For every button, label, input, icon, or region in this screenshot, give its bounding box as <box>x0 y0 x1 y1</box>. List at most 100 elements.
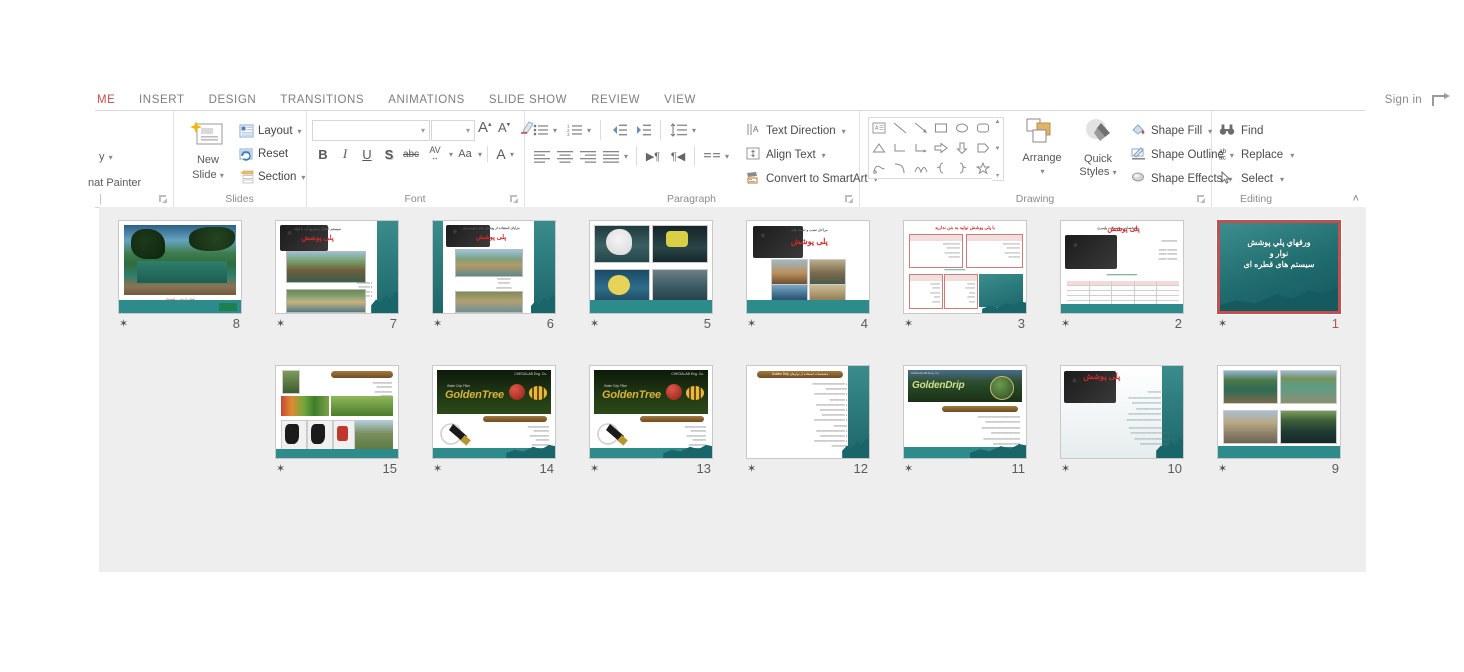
align-center-button[interactable] <box>555 147 575 165</box>
tab-insert[interactable]: INSERT <box>127 90 197 111</box>
chevron-down-icon[interactable]: ▾ <box>725 152 729 161</box>
transition-star-icon[interactable]: ✶ <box>747 318 756 330</box>
font-name-input[interactable]: ▾ <box>312 120 430 141</box>
slide-thumbnail-4[interactable]: مراحل نصب و تست های پلی پوشش ✶ 4 <box>746 220 874 334</box>
quick-styles-button[interactable]: Quick Styles ▾ <box>1072 117 1124 179</box>
slide-canvas-5[interactable] <box>589 220 713 314</box>
transition-star-icon[interactable]: ✶ <box>904 463 913 475</box>
slide-canvas-13[interactable]: CHEGALAB Eng. Co. Water Drip Filter Gold… <box>589 365 713 459</box>
slide-thumbnail-15[interactable]: ━━━━━━━━━━━━━━━━━━━━━━━━━━━━━━━━━━━━━━━━… <box>275 365 403 479</box>
slide-canvas-2[interactable]: مشخصات محصولات پلیمری پلی پوشش ━━━━━━━━ ━… <box>1060 220 1184 314</box>
slide-thumbnail-9[interactable]: ✶ 9 <box>1217 365 1345 479</box>
collapse-ribbon-icon[interactable]: ˄ <box>1353 193 1359 205</box>
grow-font-button[interactable]: A▴ <box>478 119 492 136</box>
shape-down-arrow-icon[interactable] <box>952 138 973 158</box>
new-slide-button[interactable]: New Slide ▾ <box>181 119 235 183</box>
slide-thumbnail-12[interactable]: مشخصات استفاده از نوارهای Golden Drip ▪ … <box>746 365 874 479</box>
paste-dropdown[interactable]: y ▾ <box>99 151 113 163</box>
font-dialog-launcher-icon[interactable] <box>510 195 519 204</box>
ribbon-display-options-icon[interactable] <box>1430 92 1452 110</box>
shrink-font-button[interactable]: A▾ <box>498 120 510 135</box>
slide-canvas-10[interactable]: پلی پوشش ━━━━━━━ ━━━━━━━━━━━━━━━━━ ━━━━━… <box>1060 365 1184 459</box>
slide-canvas-3[interactable]: با پلی پوشش تولید به بتن نداريد ━━━━━━━━… <box>903 220 1027 314</box>
slide-thumbnail-13[interactable]: CHEGALAB Eng. Co. Water Drip Filter Gold… <box>589 365 717 479</box>
text-shadow-button[interactable]: S <box>378 143 400 165</box>
shape-left-brace-icon[interactable] <box>931 158 952 178</box>
shape-curve-icon[interactable] <box>910 158 931 178</box>
shape-freeform-icon[interactable] <box>869 158 890 178</box>
tab-review[interactable]: REVIEW <box>579 90 652 111</box>
transition-star-icon[interactable]: ✶ <box>904 318 913 330</box>
bold-button[interactable]: B <box>312 143 334 165</box>
slide-thumbnail-1[interactable]: ورقهاي پلي پوشش نوار و سیستم های قطره ای… <box>1217 220 1345 334</box>
ltr-text-direction-button[interactable]: ▶¶ <box>643 147 663 165</box>
shape-triangle-icon[interactable] <box>869 138 890 158</box>
shapes-gallery-scrollbar[interactable]: ▲ ▼ ▾ <box>992 117 1004 181</box>
slide-thumbnail-8[interactable]: استان کرمان - رفسنجان ✶ 8 <box>118 220 246 334</box>
columns-button[interactable] <box>702 147 722 165</box>
find-button[interactable]: Find <box>1219 123 1263 139</box>
shape-right-arrow-icon[interactable] <box>931 138 952 158</box>
bullets-button[interactable] <box>532 121 550 139</box>
slide-thumbnail-5[interactable]: ✶ 5 <box>589 220 717 334</box>
shape-arc-icon[interactable] <box>890 158 911 178</box>
slide-thumbnail-2[interactable]: مشخصات محصولات پلیمری پلی پوشش ━━━━━━━━ ━… <box>1060 220 1188 334</box>
slide-canvas-15[interactable]: ━━━━━━━━━━━━━━━━━━━━━━━━━━━━━━━━━━━━━━━━… <box>275 365 399 459</box>
strikethrough-button[interactable]: abc <box>400 143 422 165</box>
tab-slide-show[interactable]: SLIDE SHOW <box>477 90 579 111</box>
shape-rounded-rectangle-icon[interactable] <box>972 118 993 138</box>
shape-right-brace-icon[interactable] <box>952 158 973 178</box>
transition-star-icon[interactable]: ✶ <box>433 463 442 475</box>
clipboard-dialog-launcher-icon[interactable] <box>159 195 168 204</box>
decrease-indent-button[interactable] <box>609 121 629 139</box>
shape-rectangle-icon[interactable] <box>931 118 952 138</box>
slide-canvas-8[interactable]: استان کرمان - رفسنجان <box>118 220 242 314</box>
shape-pentagon-icon[interactable] <box>972 138 993 158</box>
section-button[interactable]: Section ▾ <box>239 167 305 187</box>
shape-elbow-arrow-icon[interactable] <box>910 138 931 158</box>
slide-canvas-9[interactable] <box>1217 365 1341 459</box>
transition-star-icon[interactable]: ✶ <box>1061 318 1070 330</box>
numbering-button[interactable]: 123 <box>566 121 584 139</box>
shape-fill-button[interactable]: Shape Fill ▾ <box>1131 123 1212 139</box>
slide-canvas-7[interactable]: سیستم انتقال و توزیع آب با لوله پلی پوشش… <box>275 220 399 314</box>
line-spacing-button[interactable] <box>669 121 689 139</box>
shape-arrow-icon[interactable] <box>910 118 931 138</box>
character-spacing-button[interactable]: AV ↔ <box>422 143 448 165</box>
transition-star-icon[interactable]: ✶ <box>276 463 285 475</box>
align-right-button[interactable] <box>578 147 598 165</box>
rtl-text-direction-button[interactable]: ¶◀ <box>668 147 688 165</box>
slide-thumbnail-3[interactable]: با پلی پوشش تولید به بتن نداريد ━━━━━━━━… <box>903 220 1031 334</box>
reset-button[interactable]: Reset <box>239 144 288 164</box>
align-text-button[interactable]: Align Text ▾ <box>746 147 826 163</box>
justify-button[interactable] <box>601 147 621 165</box>
shape-line-icon[interactable] <box>890 118 911 138</box>
slide-canvas-1[interactable]: ورقهاي پلي پوشش نوار و سیستم های قطره ای <box>1217 220 1341 314</box>
shape-oval-icon[interactable] <box>952 118 973 138</box>
chevron-down-icon[interactable]: ▾ <box>624 152 628 161</box>
tab-animations[interactable]: ANIMATIONS <box>376 90 477 111</box>
slide-canvas-6[interactable]: مزایای استفاده از پوشش های ژئوممبران پلی… <box>432 220 556 314</box>
convert-to-smartart-button[interactable]: Convert to SmartArt ▾ <box>746 171 878 187</box>
shape-elbow-connector-icon[interactable] <box>890 138 911 158</box>
arrange-button[interactable]: Arrange ▾ <box>1014 117 1070 178</box>
layout-button[interactable]: Layout ▾ <box>239 121 302 141</box>
chevron-down-icon[interactable]: ▾ <box>553 126 557 135</box>
scroll-up-icon[interactable]: ▲ <box>995 119 1001 125</box>
transition-star-icon[interactable]: ✶ <box>276 318 285 330</box>
slide-canvas-11[interactable]: CHEGALAB Eng. Co. GoldenDrip ━━━━━━━━━━━… <box>903 365 1027 459</box>
italic-button[interactable]: I <box>334 143 356 165</box>
slide-canvas-14[interactable]: CHEGALAB Eng. Co. Water Drip Filter Gold… <box>432 365 556 459</box>
slide-canvas-12[interactable]: مشخصات استفاده از نوارهای Golden Drip ▪ … <box>746 365 870 459</box>
scroll-down-icon[interactable]: ▼ <box>995 146 1001 152</box>
tab-home[interactable]: ME <box>95 90 127 111</box>
tab-view[interactable]: VIEW <box>652 90 708 111</box>
format-painter-button[interactable]: nat Painter <box>88 177 141 189</box>
shape-textbox-icon[interactable]: A <box>869 118 890 138</box>
align-left-button[interactable] <box>532 147 552 165</box>
transition-star-icon[interactable]: ✶ <box>1218 463 1227 475</box>
increase-indent-button[interactable] <box>633 121 653 139</box>
slide-sorter-pane[interactable]: استان کرمان - رفسنجان ✶ 8 سیستم انتقال و… <box>99 207 1366 572</box>
slide-thumbnail-6[interactable]: مزایای استفاده از پوشش های ژئوممبران پلی… <box>432 220 560 334</box>
slide-thumbnail-14[interactable]: CHEGALAB Eng. Co. Water Drip Filter Gold… <box>432 365 560 479</box>
